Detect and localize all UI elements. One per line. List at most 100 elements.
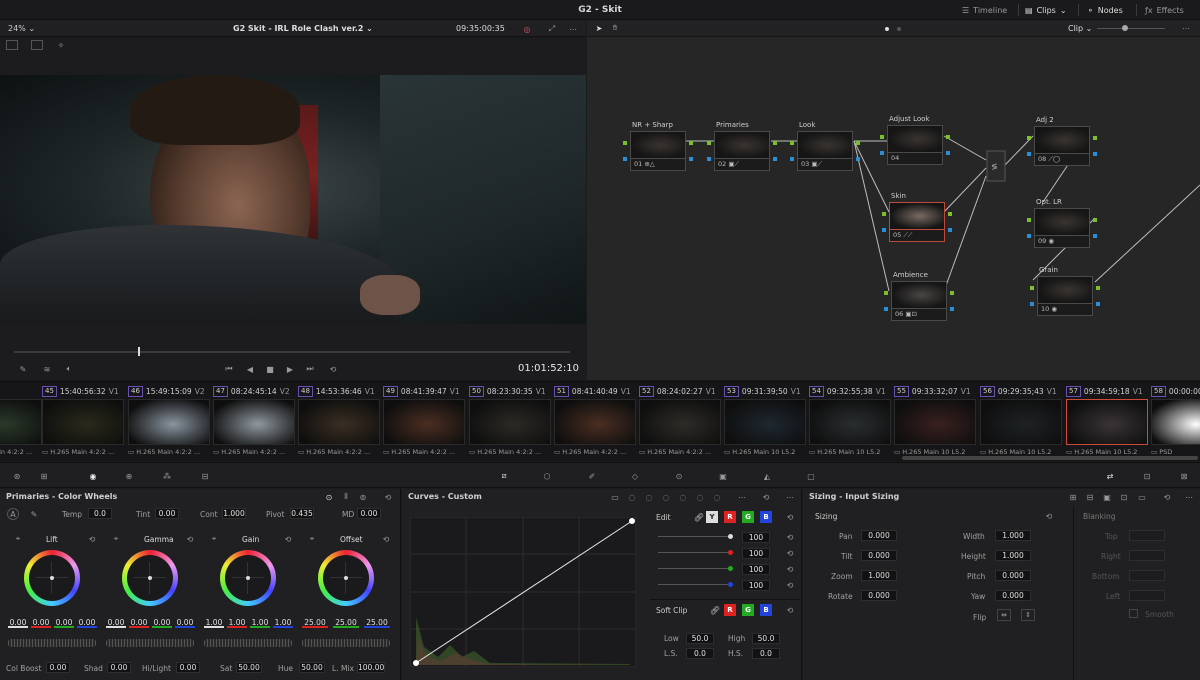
rotate-field[interactable]: 0.000 — [861, 590, 897, 601]
wheel-value[interactable]: 25.00 — [302, 618, 328, 628]
clip-50[interactable]: 50 08:23:30:35 V1 ▭ H.265 Main 4:2:2 ... — [469, 382, 555, 462]
crosshair-icon[interactable]: ⌖ — [110, 533, 122, 545]
channel-y-button[interactable]: Y — [706, 511, 718, 523]
reset-icon[interactable]: ⟲ — [382, 491, 394, 503]
key-input-pin[interactable] — [1027, 234, 1031, 238]
zoom-dropdown[interactable]: 24% ⌄ — [8, 24, 35, 33]
clip-thumbnail[interactable] — [980, 399, 1062, 445]
key-output-pin[interactable] — [1093, 152, 1097, 156]
clip-56[interactable]: 56 09:29:35;43 V1 ▭ H.265 Main 10 L5.2 — [980, 382, 1066, 462]
hue-sat-icon[interactable]: ◌ — [643, 491, 655, 503]
wheel-value[interactable]: 1.00 — [227, 618, 247, 628]
clip-55[interactable]: 55 09:33:32;07 V1 ▭ H.265 Main 10 L5.2 — [894, 382, 980, 462]
output-sizing-icon[interactable]: ⊟ — [1084, 491, 1096, 503]
param-field[interactable]: 100.00 — [357, 662, 385, 673]
wheel-value[interactable]: 1.00 — [204, 618, 224, 628]
wheel-value[interactable]: 1.00 — [250, 618, 270, 628]
rgb-input-pin[interactable] — [880, 135, 884, 139]
window-icon[interactable]: ◇ — [628, 469, 642, 483]
zoom-field[interactable]: 1.000 — [861, 570, 897, 581]
reset-icon[interactable]: ⟲ — [86, 533, 98, 545]
key-input-pin[interactable] — [884, 307, 888, 311]
magic-mask-icon[interactable]: ▣ — [716, 469, 730, 483]
log-wheels-icon[interactable]: ⊚ — [357, 491, 369, 503]
more-icon[interactable]: ⋯ — [566, 22, 580, 36]
height-field[interactable]: 1.000 — [995, 550, 1031, 561]
image-stab-icon[interactable]: ▭ — [1136, 491, 1148, 503]
clip-thumbnail[interactable] — [894, 399, 976, 445]
param-field[interactable]: 0.00 — [107, 662, 131, 673]
left-field[interactable] — [1129, 590, 1165, 601]
rgb-output-pin[interactable] — [1093, 218, 1097, 222]
low-field[interactable]: 50.0 — [686, 633, 714, 644]
key-output-pin[interactable] — [946, 151, 950, 155]
clip-thumbnail[interactable] — [128, 399, 210, 445]
blur-icon[interactable]: ◭ — [760, 469, 774, 483]
scopes-icon[interactable]: ⊠ — [1177, 469, 1191, 483]
clip-51[interactable]: 51 08:41:40:49 V1 ▭ H.265 Main 4:2:2 ... — [554, 382, 640, 462]
rgb-output-pin[interactable] — [1096, 286, 1100, 290]
reset-icon[interactable]: ⟲ — [1043, 510, 1055, 522]
curves-graph[interactable] — [410, 517, 636, 667]
node-06[interactable]: Ambience 06 ▣⊡ — [884, 271, 954, 321]
param-field[interactable]: 0.00 — [46, 662, 70, 673]
node-02[interactable]: Primaries 02 ▣⟋ — [707, 121, 777, 171]
color-wheel-gain[interactable] — [220, 550, 276, 606]
node-08[interactable]: Adj 2 08 ⟋◯ — [1027, 116, 1097, 166]
wheel-puck[interactable] — [344, 576, 348, 580]
scrub-bar[interactable] — [14, 351, 570, 353]
channel-slider[interactable] — [658, 584, 728, 585]
master-wheel-lift[interactable] — [8, 639, 96, 647]
eyedropper-icon[interactable]: ✎ — [14, 363, 32, 375]
key-input-pin[interactable] — [1027, 152, 1031, 156]
clip-thumbnail[interactable] — [42, 399, 124, 445]
master-wheel-offset[interactable] — [302, 639, 390, 647]
crosshair-icon[interactable]: ⌖ — [306, 533, 318, 545]
channel-intensity-field[interactable]: 100 — [742, 548, 770, 559]
key-output-pin[interactable] — [856, 157, 860, 161]
wheel-value[interactable]: 1.00 — [273, 618, 293, 628]
sat-lum-icon[interactable]: ◌ — [711, 491, 723, 503]
hue-hue-icon[interactable]: ◌ — [626, 491, 638, 503]
clip-thumbnail[interactable] — [298, 399, 380, 445]
key-output-pin[interactable] — [773, 157, 777, 161]
tilt-field[interactable]: 0.000 — [861, 550, 897, 561]
crosshair-icon[interactable]: ⌖ — [208, 533, 220, 545]
rgb-output-pin[interactable] — [948, 212, 952, 216]
clip-thumbnail[interactable] — [0, 399, 42, 445]
hdr-icon[interactable]: ⊕ — [122, 469, 136, 483]
reset-icon[interactable]: ⟲ — [784, 604, 796, 616]
clip-thumbnail[interactable] — [213, 399, 295, 445]
clip-thumbnail[interactable] — [1066, 399, 1148, 445]
node-sizing-icon[interactable]: ▣ — [1101, 491, 1113, 503]
pitch-field[interactable]: 0.000 — [995, 570, 1031, 581]
clip-thumbnail[interactable]: ● ESL — [1151, 399, 1200, 445]
clip-thumbnail[interactable] — [724, 399, 806, 445]
key-icon[interactable]: ▢ — [804, 469, 818, 483]
crosshair-icon[interactable]: ⌖ — [12, 533, 24, 545]
rgb-output-pin[interactable] — [1093, 136, 1097, 140]
key-input-pin[interactable] — [880, 151, 884, 155]
bars-icon[interactable]: ⦀ — [340, 491, 352, 503]
channel-r-button[interactable]: R — [724, 511, 736, 523]
key-input-pin[interactable] — [707, 157, 711, 161]
split-view-icon[interactable] — [31, 40, 43, 50]
clip-47[interactable]: 47 08:24:45:14 V2 ▭ H.265 Main 4:2:2 ... — [213, 382, 299, 462]
playhead[interactable] — [138, 347, 140, 356]
hue-lum-icon[interactable]: ◌ — [660, 491, 672, 503]
top-field[interactable] — [1129, 530, 1165, 541]
loop-icon[interactable]: ⟲ — [326, 363, 340, 375]
reset-icon[interactable]: ⟲ — [784, 511, 796, 523]
sizing-icon[interactable]: ⇄ — [1102, 469, 1118, 483]
clip-57[interactable]: 57 09:34:59;18 V1 ▭ H.265 Main 10 L5.2 — [1066, 382, 1152, 462]
wand-icon[interactable]: ✧ — [54, 38, 68, 52]
wheel-puck[interactable] — [50, 576, 54, 580]
rgb-mixer-icon[interactable]: ⁂ — [160, 469, 174, 483]
clip-48[interactable]: 48 14:53:36:46 V1 ▭ H.265 Main 4:2:2 ... — [298, 382, 384, 462]
clip-thumbnail[interactable] — [383, 399, 465, 445]
flip-vertical-button[interactable]: ⇕ — [1021, 609, 1035, 621]
reset-icon[interactable]: ⟲ — [282, 533, 294, 545]
tab-nodes[interactable]: ⚬ Nodes — [1087, 2, 1123, 18]
curves-mode-icon[interactable]: ▭ — [609, 491, 621, 503]
3d-icon[interactable]: ⊡ — [1140, 469, 1154, 483]
